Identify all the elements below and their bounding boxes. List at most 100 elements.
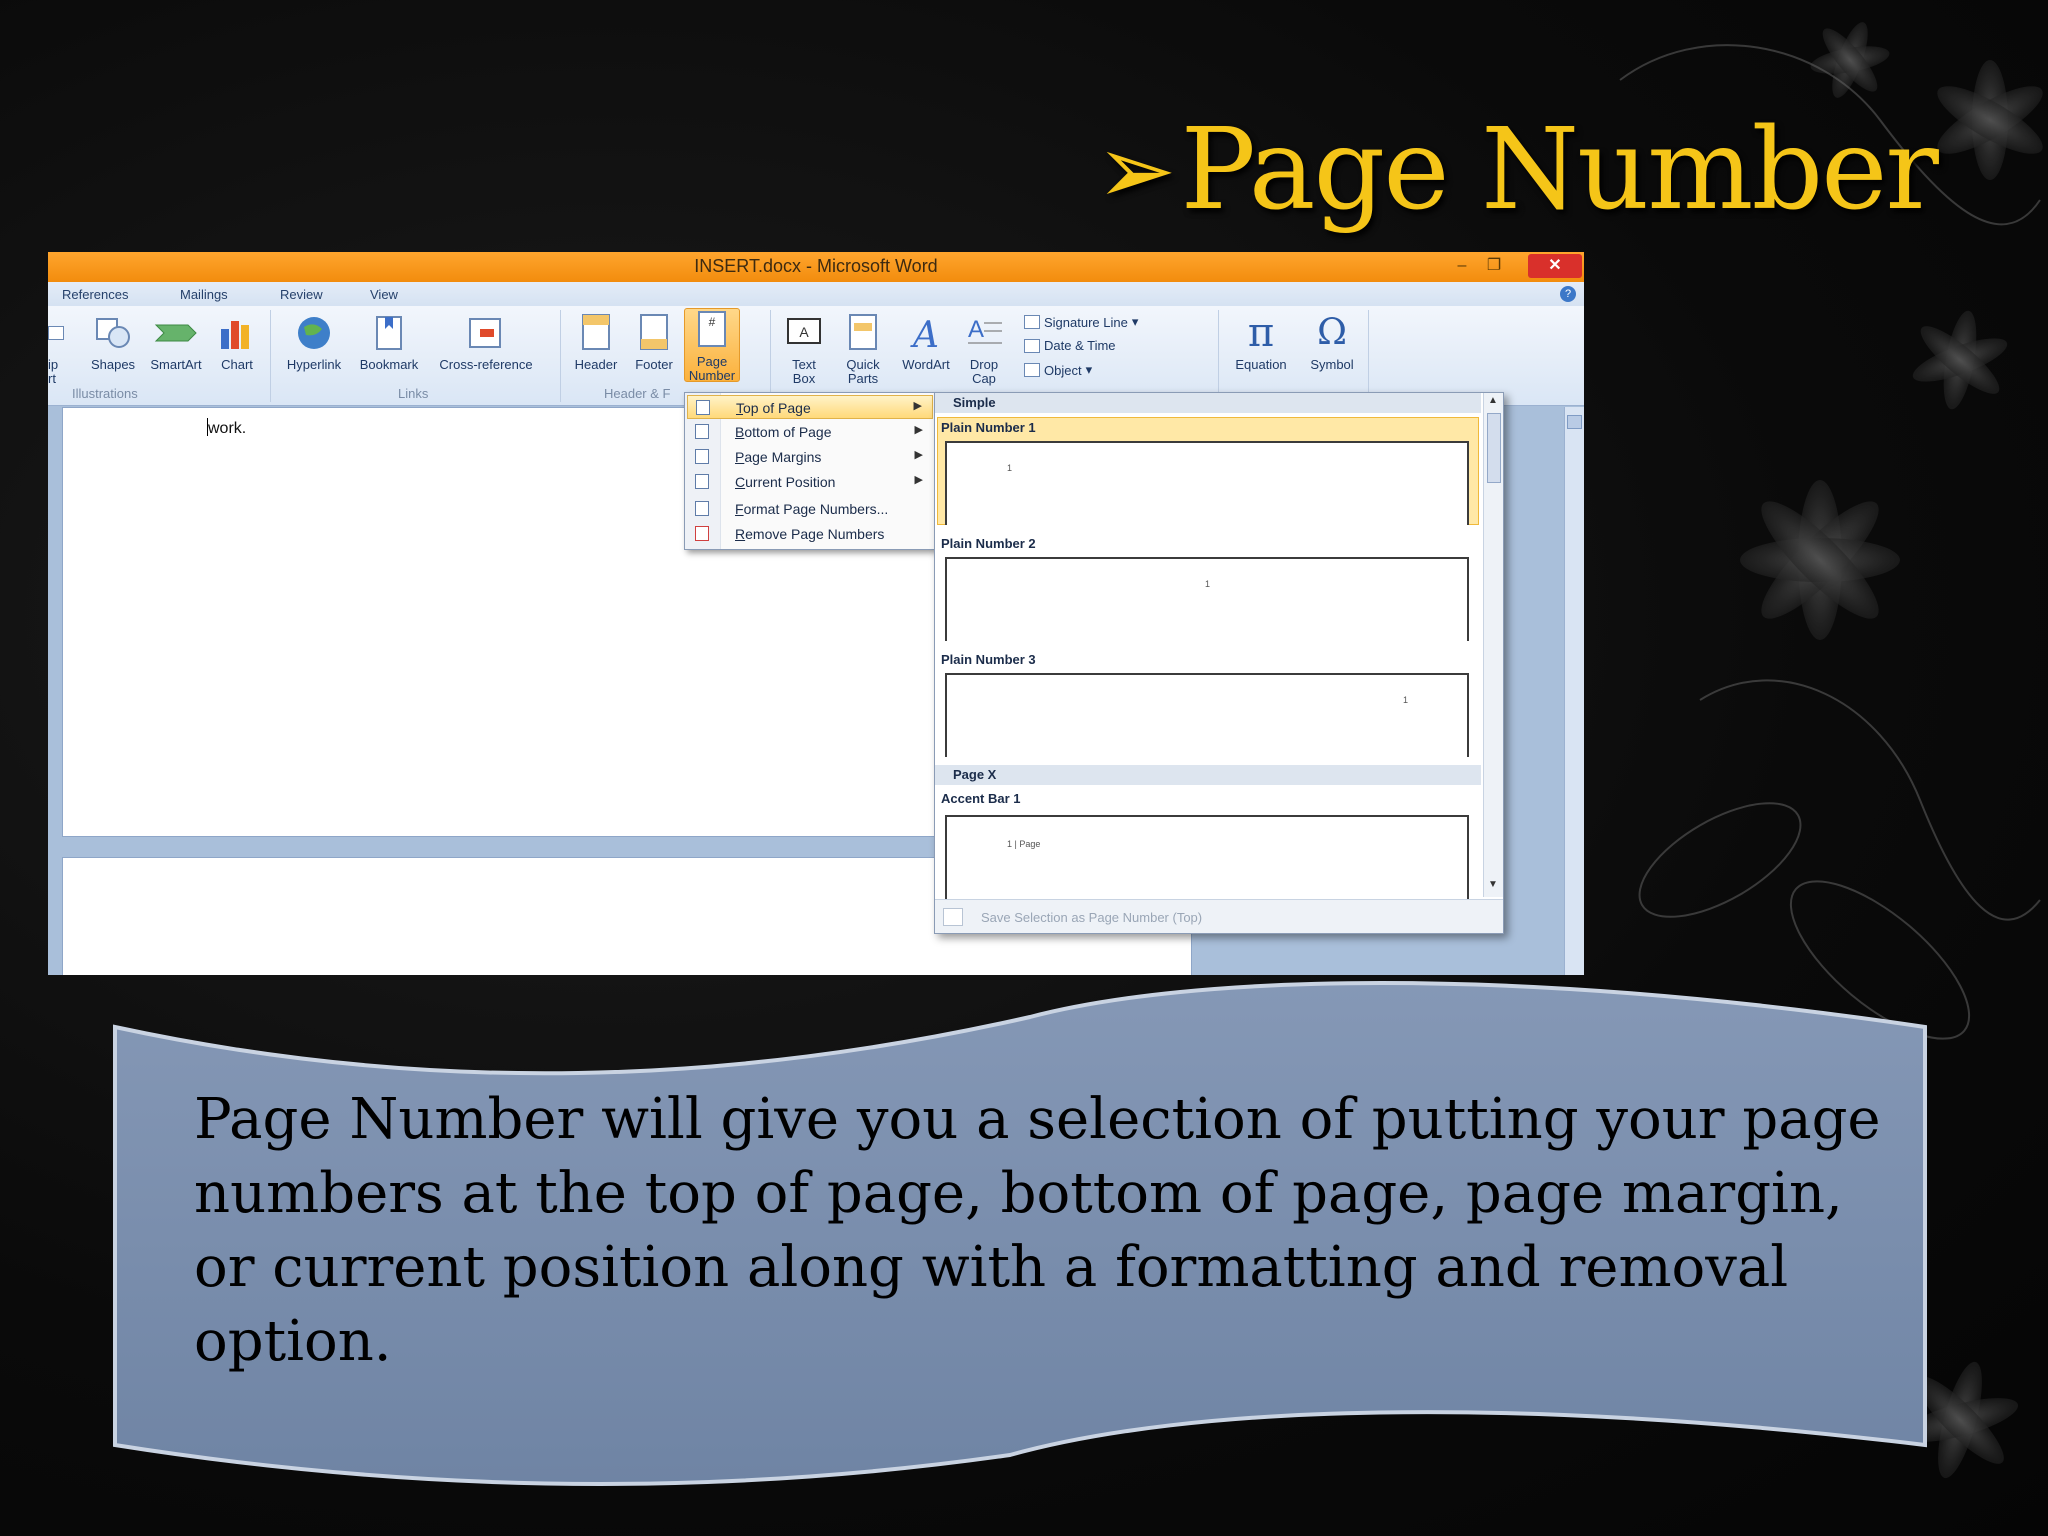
menu-item-top-of-page[interactable]: Top of Page ▶ <box>687 395 933 419</box>
object-button[interactable]: Object ▾ <box>1024 362 1092 378</box>
scrollbar-thumb[interactable] <box>1567 415 1582 429</box>
minimize-button[interactable]: – <box>1448 254 1476 278</box>
clip-art-button[interactable]: ip rt <box>48 312 64 386</box>
chart-button[interactable]: Chart <box>212 312 262 372</box>
restore-button[interactable]: ❐ <box>1480 254 1508 278</box>
signature-icon <box>1024 315 1040 329</box>
cross-reference-button[interactable]: Cross-reference <box>432 312 540 372</box>
tab-review[interactable]: Review <box>280 287 323 302</box>
calendar-icon <box>1024 338 1040 353</box>
document-text: work. <box>207 418 247 437</box>
arrow-bullet-icon: ➢ <box>1096 114 1176 226</box>
smartart-button[interactable]: SmartArt <box>144 312 208 372</box>
bottom-of-page-icon <box>695 424 709 439</box>
clip-art-icon <box>48 326 64 340</box>
object-icon <box>1024 363 1040 377</box>
tab-view[interactable]: View <box>370 287 398 302</box>
scroll-down-icon[interactable]: ▼ <box>1488 879 1498 890</box>
menu-item-format-page-numbers[interactable]: Format Page Numbers... <box>687 497 933 521</box>
page-number-button[interactable]: # Page Number <box>684 308 740 383</box>
menu-item-page-margins[interactable]: Page Margins ▶ <box>687 445 933 469</box>
group-separator <box>560 310 561 402</box>
title-bar: INSERT.docx - Microsoft Word – ❐ ✕ <box>48 252 1584 282</box>
bookmark-icon <box>352 312 426 354</box>
equation-button[interactable]: π Equation <box>1226 312 1296 372</box>
header-button[interactable]: Header <box>570 312 622 372</box>
gallery-item-label: Plain Number 1 <box>941 420 1036 435</box>
page-number-menu: Top of Page ▶ Bottom of Page ▶ Page Marg… <box>684 392 936 550</box>
submenu-arrow-icon: ▶ <box>914 474 923 486</box>
signature-line-button[interactable]: Signature Line ▾ <box>1024 314 1138 330</box>
slide-title-text: Page Number <box>1180 105 1939 235</box>
scroll-up-icon[interactable]: ▲ <box>1488 395 1498 406</box>
top-of-page-icon <box>696 400 710 415</box>
gallery-item-plain-number-1[interactable]: 1 <box>945 441 1469 525</box>
tab-references[interactable]: References <box>62 287 128 302</box>
svg-text:A: A <box>968 316 984 343</box>
svg-text:#: # <box>709 315 716 329</box>
shapes-button[interactable]: Shapes <box>84 312 142 372</box>
bookmark-button[interactable]: Bookmark <box>352 312 426 372</box>
illustrations-group-label: Illustrations <box>72 386 138 401</box>
text-box-icon: A <box>778 312 830 354</box>
smartart-icon <box>144 312 208 354</box>
ribbon-tabs: References Mailings Review View ? <box>48 282 1584 306</box>
drop-cap-icon: A <box>960 312 1008 354</box>
gallery-section-simple: Simple <box>935 393 1481 413</box>
wordart-icon: A <box>894 312 958 354</box>
window-title: INSERT.docx - Microsoft Word <box>694 256 938 276</box>
save-selection-icon <box>943 908 963 926</box>
gallery-item-label: Plain Number 2 <box>941 536 1036 551</box>
shapes-icon <box>84 312 142 354</box>
hyperlink-button[interactable]: Hyperlink <box>280 312 348 372</box>
text-box-button[interactable]: A Text Box <box>778 312 830 386</box>
footer-button[interactable]: Footer <box>628 312 680 372</box>
cross-reference-icon <box>432 312 540 354</box>
links-group-label: Links <box>398 386 429 401</box>
gallery-item-label: Plain Number 3 <box>941 652 1036 667</box>
pi-icon: π <box>1247 310 1275 356</box>
date-time-button[interactable]: Date & Time <box>1024 338 1116 353</box>
help-icon[interactable]: ? <box>1560 286 1576 302</box>
header-footer-group-label: Header & F <box>604 386 671 401</box>
group-separator <box>770 310 771 402</box>
gallery-scrollbar[interactable]: ▲ ▼ <box>1483 393 1503 897</box>
header-icon <box>570 312 622 354</box>
submenu-arrow-icon: ▶ <box>913 400 922 412</box>
gallery-item-accent-bar-1[interactable]: 1 | Page <box>945 815 1469 899</box>
tab-mailings[interactable]: Mailings <box>180 287 228 302</box>
submenu-arrow-icon: ▶ <box>914 424 923 436</box>
footer-icon <box>628 312 680 354</box>
page-margins-icon <box>695 449 709 464</box>
quick-parts-button[interactable]: Quick Parts <box>834 312 892 386</box>
page-number-icon: # <box>685 309 739 351</box>
ribbon: ip rt Shapes SmartArt Chart Illustration… <box>48 306 1584 406</box>
wordart-button[interactable]: A WordArt <box>894 312 958 372</box>
svg-text:A: A <box>799 324 809 340</box>
group-separator <box>1368 310 1369 402</box>
gallery-item-plain-number-2[interactable]: 1 <box>945 557 1469 641</box>
current-position-icon <box>695 474 709 489</box>
omega-icon: Ω <box>1317 312 1347 353</box>
gallery-scrollbar-thumb[interactable] <box>1487 413 1501 483</box>
quick-parts-icon <box>834 312 892 354</box>
menu-item-remove-page-numbers[interactable]: Remove Page Numbers <box>687 522 933 546</box>
menu-item-current-position[interactable]: Current Position ▶ <box>687 470 933 494</box>
vertical-scrollbar[interactable] <box>1564 407 1584 975</box>
group-separator <box>1218 310 1219 402</box>
close-button[interactable]: ✕ <box>1528 254 1582 278</box>
remove-icon <box>695 526 709 541</box>
save-selection-button[interactable]: Save Selection as Page Number (Top) <box>935 899 1503 933</box>
globe-icon <box>280 312 348 354</box>
drop-cap-button[interactable]: A Drop Cap <box>960 312 1008 386</box>
gallery-section-page-x: Page X <box>935 765 1481 785</box>
chart-icon <box>212 312 262 354</box>
format-icon <box>695 501 709 516</box>
description-text: Page Number will give you a selection of… <box>194 1087 1881 1374</box>
svg-text:A: A <box>910 315 939 353</box>
group-separator <box>270 310 271 402</box>
gallery-item-label: Accent Bar 1 <box>941 791 1021 806</box>
symbol-button[interactable]: Ω Symbol <box>1302 312 1362 372</box>
gallery-item-plain-number-3[interactable]: 1 <box>945 673 1469 757</box>
menu-item-bottom-of-page[interactable]: Bottom of Page ▶ <box>687 420 933 444</box>
